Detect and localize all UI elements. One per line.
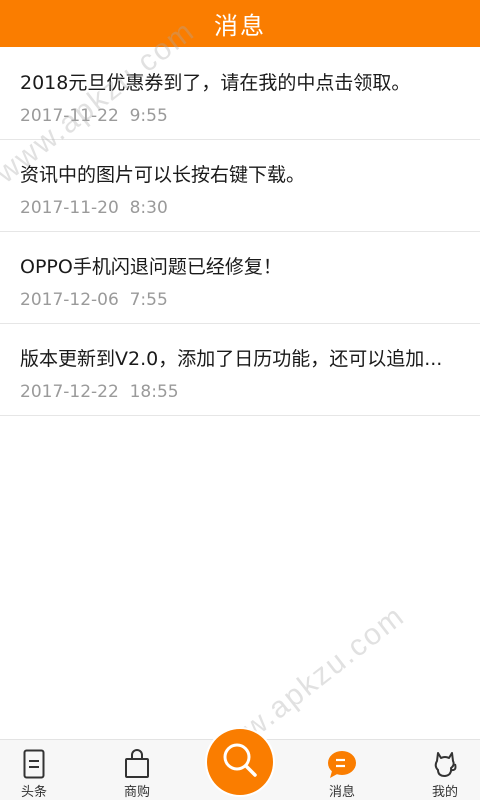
search-icon [221,741,259,783]
search-button[interactable] [207,729,273,795]
message-timestamp: 2017-12-06 7:55 [20,290,168,310]
shopping-bag-icon [124,748,150,779]
message-date: 2017-12-06 [20,290,119,310]
message-date: 2017-12-22 [20,382,119,402]
cat-profile-icon [430,748,460,779]
message-title: 2018元旦优惠券到了，请在我的中点击领取。 [20,72,411,94]
message-timestamp: 2017-11-22 9:55 [20,106,168,126]
tab-label: 我的 [431,785,458,800]
message-timestamp: 2017-11-20 8:30 [20,198,168,218]
message-time: 18:55 [129,382,179,402]
message-item[interactable]: 2018元旦优惠券到了，请在我的中点击领取。 2017-11-22 9:55 [0,48,480,140]
document-icon [23,748,45,779]
tab-messages[interactable]: 消息 [302,740,382,800]
message-item[interactable]: 资讯中的图片可以长按右键下载。 2017-11-20 8:30 [0,140,480,232]
message-item[interactable]: 版本更新到V2.0，添加了日历功能，还可以追加... 2017-12-22 18… [0,324,480,416]
message-title: 资讯中的图片可以长按右键下载。 [20,164,306,186]
page-title: 消息 [214,12,266,40]
message-timestamp: 2017-12-22 18:55 [20,382,179,402]
message-item[interactable]: OPPO手机闪退问题已经修复！ 2017-12-06 7:55 [0,232,480,324]
tab-label: 商购 [123,785,150,800]
message-time: 8:30 [129,198,168,218]
tab-label: 消息 [328,785,355,800]
message-date: 2017-11-22 [20,106,119,126]
message-time: 7:55 [129,290,168,310]
message-title: OPPO手机闪退问题已经修复！ [20,256,282,278]
message-title: 版本更新到V2.0，添加了日历功能，还可以追加... [20,348,443,370]
message-list: 2018元旦优惠券到了，请在我的中点击领取。 2017-11-22 9:55 资… [0,48,480,416]
tab-label: 头条 [20,785,47,800]
message-date: 2017-11-20 [20,198,119,218]
tab-profile[interactable]: 我的 [405,740,480,800]
tab-headlines[interactable]: 头条 [0,740,74,800]
header-bar: 消息 [0,0,480,47]
message-time: 9:55 [129,106,168,126]
tab-shopping[interactable]: 商购 [97,740,177,800]
chat-bubble-icon [326,748,358,779]
